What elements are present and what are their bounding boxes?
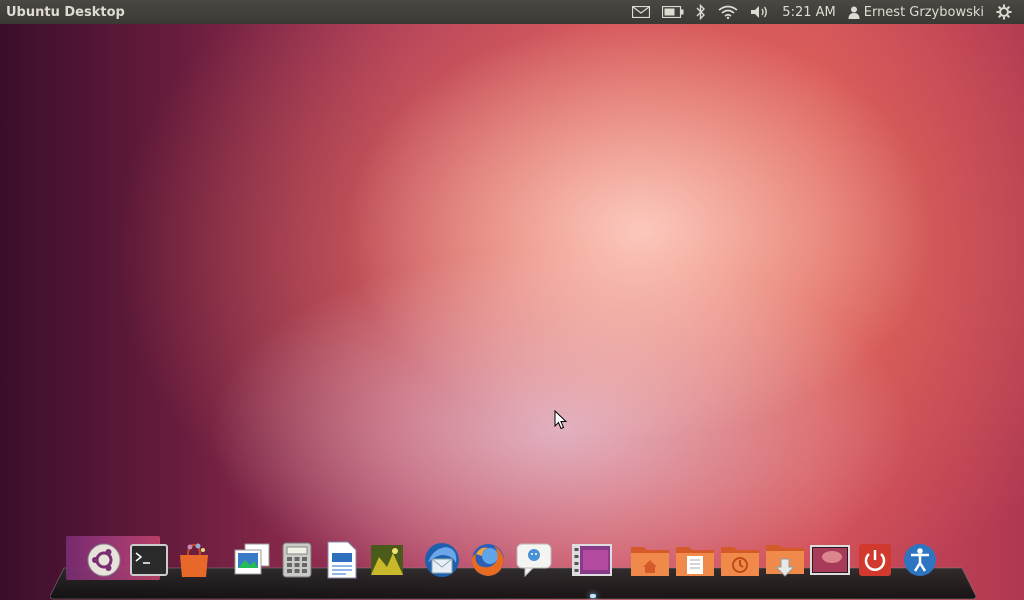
chat-icon[interactable] [514,540,554,580]
mouse-cursor-icon [554,410,568,430]
calculator-icon[interactable] [277,540,317,580]
image-viewer-icon[interactable] [232,540,272,580]
home-folder-icon[interactable] [630,540,670,580]
power-icon[interactable] [855,540,895,580]
show-desktop-icon[interactable] [810,540,850,580]
thunderbird-icon[interactable] [422,540,462,580]
video-icon[interactable] [572,540,612,580]
ubuntu-icon[interactable] [84,540,124,580]
photo-manager-icon[interactable] [367,540,407,580]
text-document-icon[interactable] [322,540,362,580]
wifi-icon[interactable] [712,0,744,24]
software-center-icon[interactable] [174,540,214,580]
clock[interactable]: 5:21 AM [776,0,841,24]
firefox-icon[interactable] [468,540,508,580]
terminal-icon[interactable] [129,540,169,580]
documents-folder-icon[interactable] [675,540,715,580]
volume-icon[interactable] [744,0,776,24]
user-name: Ernest Grzybowski [863,4,984,20]
battery-icon[interactable] [656,0,690,24]
accessibility-icon[interactable] [900,540,940,580]
user-menu[interactable]: Ernest Grzybowski [842,0,990,24]
app-title: Ubuntu Desktop [6,4,125,20]
indicator-area: 5:21 AM Ernest Grzybowski [626,0,1018,24]
top-panel: Ubuntu Desktop 5:21 AM Ernest Grzybowski [0,0,1024,24]
bluetooth-icon[interactable] [690,0,712,24]
user-icon [848,6,860,19]
downloads-folder-icon[interactable] [765,540,805,580]
recent-folder-icon[interactable] [720,540,760,580]
gear-icon[interactable] [990,0,1018,24]
mail-icon[interactable] [626,0,656,24]
running-app-indicator [590,594,596,598]
